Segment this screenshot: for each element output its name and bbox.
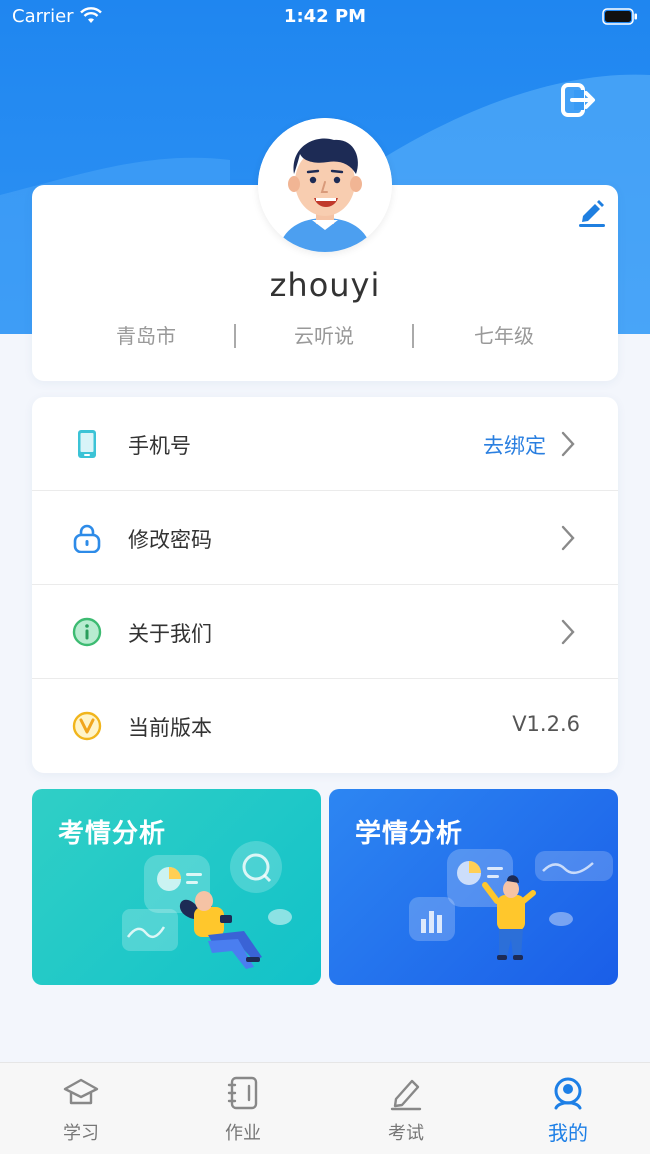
graduation-cap-icon <box>63 1078 99 1105</box>
tab-label: 我的 <box>548 1121 588 1145</box>
tab-label: 考试 <box>388 1123 424 1144</box>
menu-item-about-us[interactable]: 关于我们 <box>32 585 618 679</box>
edit-profile-icon[interactable] <box>575 196 607 228</box>
tile-title: 学情分析 <box>355 819 464 849</box>
tab-exam[interactable]: 考试 <box>325 1063 487 1154</box>
chevron-right-icon <box>561 525 575 551</box>
tab-homework[interactable]: 作业 <box>162 1063 324 1154</box>
version-icon <box>72 711 102 741</box>
profile-icon <box>554 1077 582 1110</box>
status-bar: Carrier 1:42 PM <box>0 0 650 34</box>
city-label: 青岛市 <box>116 324 176 348</box>
menu-item-label: 手机号 <box>128 434 191 458</box>
bind-phone-link[interactable]: 去绑定 <box>483 430 546 460</box>
pencil-icon <box>390 1079 422 1111</box>
info-icon <box>72 617 102 647</box>
menu-item-label: 当前版本 <box>128 716 212 740</box>
study-analysis-tile[interactable]: 学情分析 <box>329 789 618 985</box>
chevron-right-icon <box>561 619 575 645</box>
menu-item-label: 关于我们 <box>128 622 212 646</box>
tab-study[interactable]: 学习 <box>0 1063 162 1154</box>
settings-menu: 手机号 去绑定 修改密码 关于我们 当前版本 V1.2.6 <box>32 397 618 773</box>
battery-icon <box>602 8 637 25</box>
menu-item-change-password[interactable]: 修改密码 <box>32 491 618 585</box>
tile-title: 考情分析 <box>58 819 167 849</box>
tab-label: 作业 <box>225 1123 261 1144</box>
phone-icon <box>78 430 96 458</box>
exam-analysis-tile[interactable]: 考情分析 <box>32 789 321 985</box>
tab-me[interactable]: 我的 <box>487 1063 649 1154</box>
grade-label: 七年级 <box>474 324 534 348</box>
clock: 1:42 PM <box>283 6 367 27</box>
bottom-tab-bar: 学习 作业 考试 我的 <box>0 1062 650 1154</box>
lock-icon <box>73 524 101 553</box>
logout-icon[interactable] <box>560 82 598 118</box>
menu-item-label: 修改密码 <box>128 528 212 552</box>
school-label: 云听说 <box>294 324 354 348</box>
username: zhouyi <box>269 266 381 304</box>
version-value: V1.2.6 <box>512 712 580 736</box>
profile-info-row: 青岛市 云听说 七年级 <box>56 320 596 350</box>
notebook-icon <box>227 1076 258 1110</box>
tab-label: 学习 <box>63 1123 99 1144</box>
menu-item-phone[interactable]: 手机号 去绑定 <box>32 397 618 491</box>
menu-item-version: 当前版本 V1.2.6 <box>32 679 618 773</box>
avatar-illustration <box>258 118 392 252</box>
chevron-right-icon <box>561 431 575 457</box>
avatar[interactable] <box>258 118 392 252</box>
